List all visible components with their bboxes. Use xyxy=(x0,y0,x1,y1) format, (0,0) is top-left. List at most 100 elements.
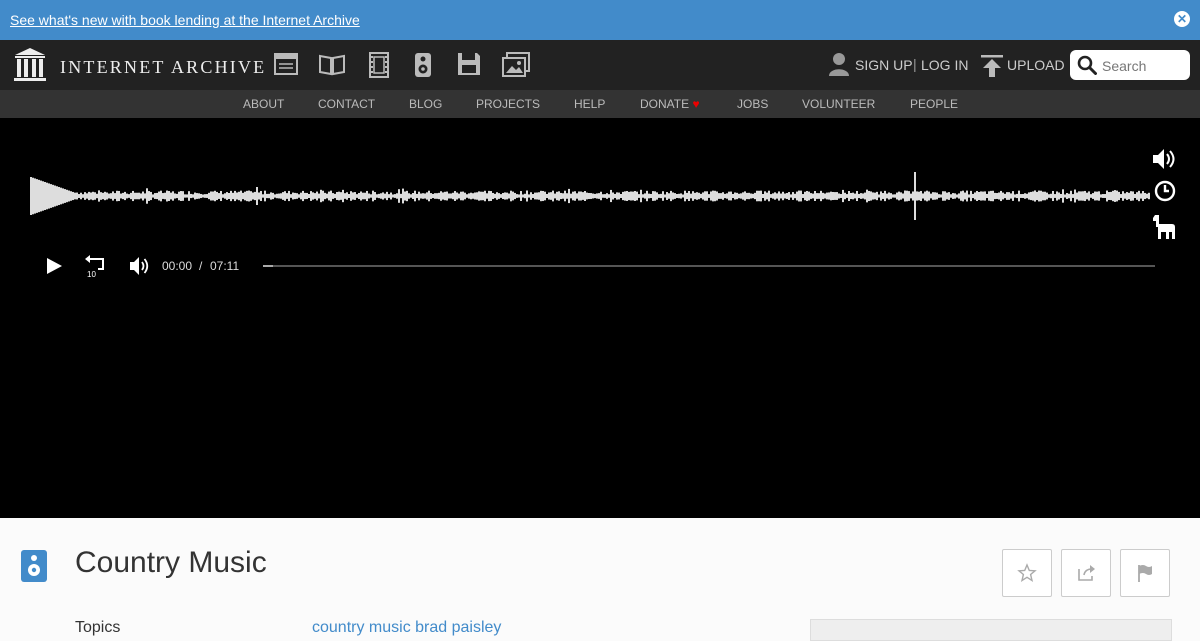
waveform-bar xyxy=(884,190,886,202)
sign-up-link[interactable]: SIGN UP xyxy=(855,57,913,73)
archive-building-icon xyxy=(14,48,46,81)
volume-icon[interactable] xyxy=(1152,148,1178,170)
waveform-bar xyxy=(394,194,396,198)
waveform-bar xyxy=(386,191,388,201)
waveform-bar xyxy=(302,190,304,202)
waveform-bar xyxy=(576,193,578,199)
waveform-bar xyxy=(456,192,458,200)
search-icon[interactable] xyxy=(1077,55,1097,75)
texts-icon[interactable] xyxy=(318,52,345,78)
search-input[interactable] xyxy=(1100,54,1188,78)
subnav-about[interactable]: ABOUT xyxy=(243,97,284,111)
waveform-bar xyxy=(1028,192,1030,200)
mute-volume-icon[interactable] xyxy=(129,256,151,276)
images-icon[interactable] xyxy=(502,52,530,78)
audio-icon[interactable] xyxy=(413,52,439,78)
subnav-help[interactable]: HELP xyxy=(574,97,605,111)
waveform-bar xyxy=(36,179,38,213)
waveform-bar xyxy=(588,192,590,200)
waveform-bar xyxy=(442,192,444,200)
flag-button[interactable] xyxy=(1120,549,1170,597)
waveform-bar xyxy=(856,190,858,202)
close-icon[interactable]: ✕ xyxy=(1174,11,1190,27)
waveform-bar xyxy=(1022,194,1024,198)
waveform-bar xyxy=(1102,194,1104,198)
waveform-bar xyxy=(1118,191,1120,201)
waveform-bar xyxy=(436,193,438,199)
waveform-bar xyxy=(1062,189,1064,203)
waveform-bar xyxy=(1064,194,1066,198)
subnav-donate[interactable]: DONATE ♥ xyxy=(640,97,700,111)
waveform-bar xyxy=(324,192,326,200)
subnav-volunteer[interactable]: VOLUNTEER xyxy=(802,97,875,111)
clock-icon[interactable] xyxy=(1154,180,1176,202)
svg-text:10: 10 xyxy=(87,270,96,278)
waveform-bar xyxy=(898,191,900,201)
waveform-bar xyxy=(412,193,414,199)
llama-icon[interactable] xyxy=(1150,212,1180,242)
waveform-bar xyxy=(248,190,250,202)
waveform-bar xyxy=(100,192,102,200)
waveform-bar xyxy=(650,193,652,199)
waveform-bar xyxy=(916,191,918,201)
subnav-blog[interactable]: BLOG xyxy=(409,97,442,111)
share-button[interactable] xyxy=(1061,549,1111,597)
waveform-bar xyxy=(1058,192,1060,200)
waveform-bar xyxy=(644,193,646,199)
subnav-people[interactable]: PEOPLE xyxy=(910,97,958,111)
user-icon[interactable] xyxy=(828,52,850,76)
waveform-bar xyxy=(470,192,472,200)
waveform-bar xyxy=(1142,191,1144,201)
waveform-bar xyxy=(86,193,88,199)
metadata-value-topics[interactable]: country music brad paisley xyxy=(312,619,501,637)
waveform-bar xyxy=(688,191,690,201)
waveform-bar xyxy=(1138,190,1140,202)
web-icon[interactable] xyxy=(274,52,300,78)
waveform-display[interactable] xyxy=(30,172,1150,220)
waveform-bar xyxy=(370,194,372,198)
subnav-projects[interactable]: PROJECTS xyxy=(476,97,540,111)
waveform-bar xyxy=(212,191,214,201)
play-icon[interactable] xyxy=(44,256,64,276)
waveform-bar xyxy=(814,191,816,201)
waveform-bar xyxy=(666,192,668,200)
waveform-bar xyxy=(126,193,128,199)
waveform-bar xyxy=(354,192,356,200)
waveform-bar xyxy=(630,191,632,201)
waveform-bar xyxy=(612,192,614,200)
software-icon[interactable] xyxy=(457,52,483,78)
waveform-bar xyxy=(380,193,382,199)
progress-bar[interactable] xyxy=(263,265,1155,267)
waveform-bar xyxy=(832,191,834,201)
waveform-bar xyxy=(478,191,480,201)
waveform-bar xyxy=(1066,193,1068,199)
waveform-bar xyxy=(416,193,418,199)
favorite-button[interactable] xyxy=(1002,549,1052,597)
waveform-bar xyxy=(1032,191,1034,201)
waveform-bar xyxy=(198,193,200,199)
banner-link[interactable]: See what's new with book lending at the … xyxy=(10,12,360,28)
waveform-bar xyxy=(166,190,168,202)
waveform-bar xyxy=(94,192,96,200)
rewind-10-icon[interactable]: 10 xyxy=(84,254,108,278)
subnav-contact[interactable]: CONTACT xyxy=(318,97,375,111)
log-in-link[interactable]: LOG IN xyxy=(921,57,968,73)
waveform-bar xyxy=(320,189,322,203)
waveform-bar xyxy=(882,193,884,199)
waveform-bar xyxy=(120,193,122,199)
waveform-bar xyxy=(840,194,842,198)
item-title: Country Music xyxy=(75,546,267,579)
video-icon[interactable] xyxy=(367,52,393,78)
waveform-bar xyxy=(1148,192,1150,200)
announcement-banner: See what's new with book lending at the … xyxy=(0,0,1200,40)
waveform-bar xyxy=(1068,193,1070,199)
waveform-bar xyxy=(940,194,942,198)
waveform-bar xyxy=(432,193,434,199)
waveform-bar xyxy=(454,191,456,201)
waveform-bar xyxy=(162,193,164,199)
waveform-bar xyxy=(66,189,68,203)
site-logo[interactable]: INTERNET ARCHIVE xyxy=(14,47,264,83)
subnav-jobs[interactable]: JOBS xyxy=(737,97,768,111)
waveform-bar xyxy=(434,193,436,199)
waveform-bar xyxy=(1076,192,1078,200)
